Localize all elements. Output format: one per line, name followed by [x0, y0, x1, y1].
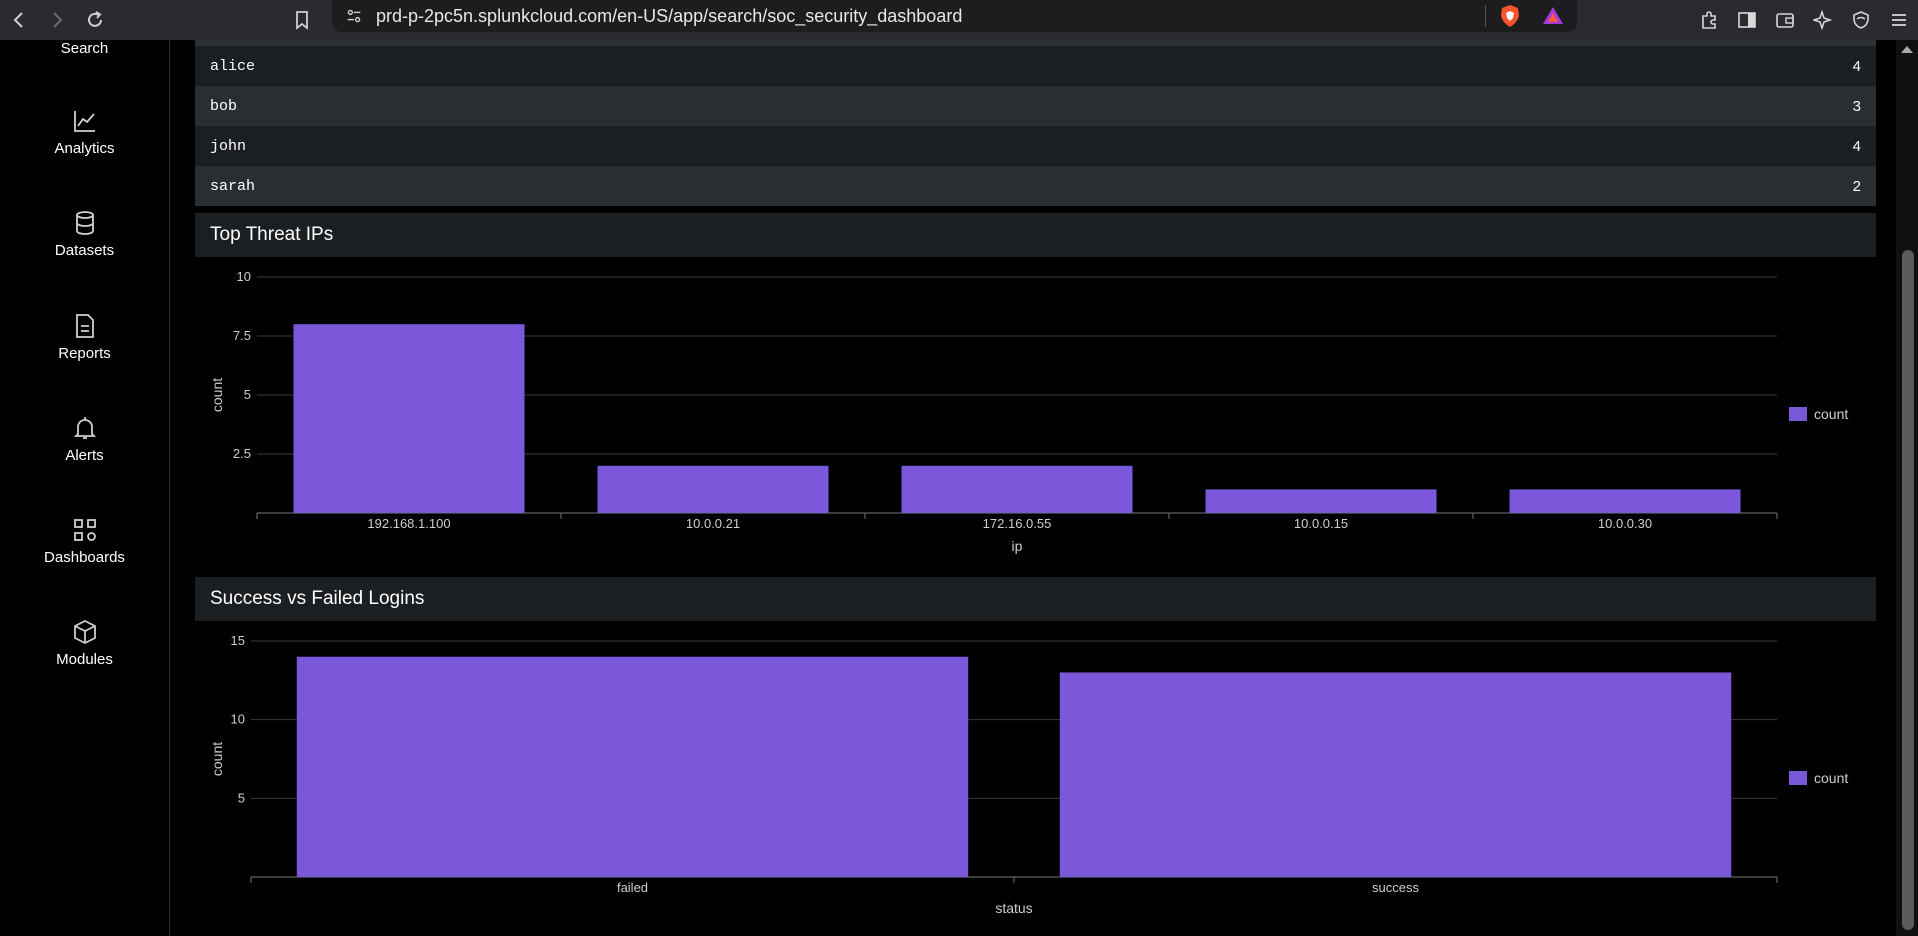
user-cell: bob — [210, 97, 238, 115]
panel-header-logins: Success vs Failed Logins — [195, 577, 1876, 621]
bar — [1059, 672, 1732, 877]
nav-item-label: Dashboards — [44, 549, 125, 566]
bookmark-button[interactable] — [287, 0, 317, 40]
legend-label: count — [1814, 770, 1848, 786]
address-bar-divider — [1485, 5, 1486, 27]
forward-arrow-icon — [53, 12, 63, 28]
bar — [296, 656, 969, 877]
legend-swatch — [1789, 771, 1807, 785]
nav-item-dashboards[interactable]: Dashboards — [0, 517, 169, 566]
vpn-button[interactable] — [1842, 0, 1880, 40]
nav-item-reports[interactable]: Reports — [0, 313, 169, 362]
table-row[interactable]: sarah 2 — [195, 166, 1876, 206]
reports-icon — [75, 314, 94, 338]
count-cell: 4 — [1852, 57, 1861, 75]
bar — [1509, 489, 1741, 513]
sidebar-toggle-button[interactable] — [1728, 0, 1766, 40]
modules-icon — [73, 619, 96, 645]
x-tick-label: 172.16.0.55 — [983, 516, 1052, 531]
y-tick-label: 15 — [231, 633, 245, 648]
y-tick-label: 2.5 — [233, 446, 251, 461]
site-settings-icon[interactable] — [344, 6, 364, 26]
user-cell: john — [210, 137, 247, 155]
y-tick-label: 5 — [244, 387, 251, 402]
y-tick-label: 7.5 — [233, 328, 251, 343]
nav-item-label: Alerts — [65, 447, 104, 464]
x-axis-title: status — [995, 900, 1032, 916]
table-row[interactable]: alice 4 — [195, 46, 1876, 86]
user-cell: sarah — [210, 177, 256, 195]
panel-title: Success vs Failed Logins — [210, 588, 425, 609]
x-tick-label: 10.0.0.15 — [1294, 516, 1348, 531]
x-tick-label: 10.0.0.21 — [686, 516, 740, 531]
shield-icon — [1853, 11, 1869, 29]
alerts-icon — [73, 417, 96, 439]
brave-rewards-icon[interactable] — [1542, 5, 1564, 27]
x-tick-label: 10.0.0.30 — [1598, 516, 1652, 531]
bookmark-icon — [296, 11, 308, 30]
back-button[interactable] — [0, 0, 38, 40]
logins-chart-svg: 5 10 15 failed success status count count — [209, 633, 1848, 916]
legend-swatch — [1789, 407, 1807, 421]
panel-header-top-threat-ips: Top Threat IPs — [195, 213, 1876, 257]
nav-item-label: Analytics — [54, 140, 115, 157]
wallet-button[interactable] — [1766, 0, 1804, 40]
extensions-button[interactable] — [1690, 0, 1728, 40]
leo-ai-button[interactable] — [1804, 0, 1842, 40]
x-axis-title: ip — [1012, 538, 1023, 554]
bar — [901, 465, 1133, 513]
x-tick-label: success — [1372, 880, 1419, 895]
nav-item-analytics[interactable]: Analytics — [0, 108, 169, 157]
count-cell: 4 — [1852, 137, 1861, 155]
reload-icon — [88, 11, 102, 27]
datasets-icon — [75, 211, 94, 235]
x-tick-label: failed — [617, 880, 648, 895]
brave-shields-icon[interactable] — [1499, 4, 1521, 28]
table-row[interactable]: bob 3 — [195, 86, 1876, 126]
nav-item-label: Datasets — [54, 242, 115, 259]
y-axis-title: count — [209, 742, 225, 776]
dashboards-icon — [73, 519, 96, 541]
menu-button[interactable] — [1880, 0, 1918, 40]
bar — [1205, 489, 1437, 513]
nav-item-datasets[interactable]: Datasets — [0, 210, 169, 259]
scrollbar-thumb[interactable] — [1902, 250, 1914, 930]
nav-item-label: Modules — [56, 651, 113, 668]
url-text[interactable]: prd-p-2pc5n.splunkcloud.com/en-US/app/se… — [376, 6, 962, 27]
sidebar-icon — [1738, 12, 1756, 28]
y-tick-label: 10 — [237, 269, 251, 284]
bar — [293, 324, 525, 513]
nav-item-alerts[interactable]: Alerts — [0, 415, 169, 464]
app-sidebar: Search Analytics Datasets Reports Alerts… — [0, 40, 170, 936]
count-cell: 3 — [1852, 97, 1861, 115]
hamburger-menu-icon — [1892, 14, 1906, 26]
count-cell: 2 — [1852, 177, 1861, 195]
forward-button[interactable] — [38, 0, 76, 40]
logins-chart: 5 10 15 failed success status count count — [195, 621, 1876, 931]
y-tick-label: 5 — [238, 790, 245, 805]
analytics-icon — [73, 111, 95, 132]
x-tick-label: 192.168.1.100 — [367, 516, 450, 531]
scroll-up-icon[interactable] — [1900, 44, 1914, 54]
wallet-icon — [1776, 13, 1794, 28]
nav-item-label: Search — [60, 40, 109, 57]
back-arrow-icon — [13, 12, 23, 28]
nav-item-search[interactable]: Search — [0, 40, 169, 57]
user-cell: alice — [210, 57, 256, 75]
top-threat-ips-chart: 2.5 5 7.5 10 192.168.1.100 10.0.0.21 172.16.0.… — [195, 257, 1876, 569]
puzzle-icon — [1702, 11, 1716, 29]
bar — [597, 465, 829, 513]
nav-item-modules[interactable]: Modules — [0, 619, 169, 668]
reload-button[interactable] — [76, 0, 114, 40]
browser-toolbar: prd-p-2pc5n.splunkcloud.com/en-US/app/se… — [0, 0, 1918, 40]
address-bar[interactable]: prd-p-2pc5n.splunkcloud.com/en-US/app/se… — [332, 0, 1577, 32]
top-threat-ips-chart-svg: 2.5 5 7.5 10 192.168.1.100 10.0.0.21 172.16.0.… — [209, 269, 1848, 554]
table-row[interactable]: john 4 — [195, 126, 1876, 166]
y-tick-label: 10 — [231, 712, 245, 727]
legend-label: count — [1814, 406, 1848, 422]
nav-item-label: Reports — [58, 345, 111, 362]
y-axis-title: count — [209, 378, 225, 412]
sparkle-icon — [1813, 10, 1833, 30]
panel-title: Top Threat IPs — [210, 224, 334, 245]
